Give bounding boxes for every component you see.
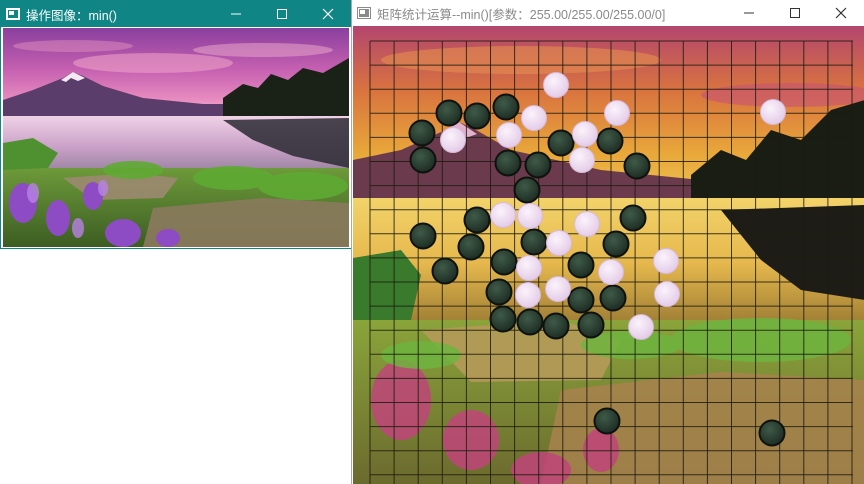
white-stone (543, 72, 569, 98)
black-stone (492, 93, 520, 121)
close-button[interactable] (305, 1, 351, 27)
white-stone (760, 99, 786, 125)
app-icon (6, 8, 20, 20)
white-stone (516, 255, 542, 281)
maximize-button[interactable] (259, 1, 305, 27)
minimize-icon (744, 12, 754, 14)
black-stone (593, 407, 621, 435)
white-stone (545, 276, 571, 302)
black-stone (567, 251, 595, 279)
black-stone (457, 233, 485, 261)
go-board-image (353, 26, 864, 484)
app-icon (357, 7, 371, 19)
white-stone (496, 122, 522, 148)
close-icon (322, 8, 334, 20)
white-stone (546, 230, 572, 256)
minimize-button[interactable] (726, 0, 772, 26)
black-stone (623, 152, 651, 180)
black-stone (596, 127, 624, 155)
white-stone (490, 202, 516, 228)
black-stone (463, 102, 491, 130)
black-stone (542, 312, 570, 340)
white-stone (440, 127, 466, 153)
white-stone (653, 248, 679, 274)
result-window[interactable]: 矩阵统计运算--min()[参数：255.00/255.00/255.00/0] (351, 0, 864, 484)
white-stone (598, 259, 624, 285)
black-stone (524, 151, 552, 179)
window-title: 操作图像：min() (26, 8, 117, 23)
white-stone (604, 100, 630, 126)
close-button[interactable] (818, 0, 864, 26)
black-stone (485, 278, 513, 306)
black-stone (758, 419, 786, 447)
minimize-button[interactable] (213, 1, 259, 27)
desktop: 操作图像：min() 矩阵统计运算--min()[参数：255.00/255.0… (0, 0, 864, 484)
landscape-image (3, 28, 349, 247)
window-title: 矩阵统计运算--min()[参数：255.00/255.00/255.00/0] (377, 7, 666, 22)
black-stone (409, 222, 437, 250)
source-image-window[interactable]: 操作图像：min() (0, 0, 352, 249)
black-stone (489, 305, 517, 333)
maximize-icon (277, 9, 287, 19)
black-stone (490, 248, 518, 276)
black-stone (567, 286, 595, 314)
black-stone (547, 129, 575, 157)
window-titlebar[interactable]: 操作图像：min() (1, 1, 351, 27)
black-stone (520, 228, 548, 256)
source-image (3, 28, 349, 247)
black-stone (408, 119, 436, 147)
black-stone (431, 257, 459, 285)
black-stone (463, 206, 491, 234)
white-stone (572, 121, 598, 147)
white-stone (628, 314, 654, 340)
white-stone (654, 281, 680, 307)
white-stone (521, 105, 547, 131)
black-stone (516, 308, 544, 336)
black-stone (619, 204, 647, 232)
white-stone (569, 147, 595, 173)
black-stone (599, 284, 627, 312)
white-stone (574, 211, 600, 237)
black-stone (602, 230, 630, 258)
black-stone (409, 146, 437, 174)
close-icon (835, 7, 847, 19)
window-titlebar[interactable]: 矩阵统计运算--min()[参数：255.00/255.00/255.00/0] (352, 0, 864, 26)
white-stone (517, 203, 543, 229)
maximize-button[interactable] (772, 0, 818, 26)
minimize-icon (231, 13, 241, 15)
black-stone (494, 149, 522, 177)
black-stone (435, 99, 463, 127)
black-stone (577, 311, 605, 339)
result-image (353, 26, 864, 484)
maximize-icon (790, 8, 800, 18)
white-stone (515, 282, 541, 308)
black-stone (513, 176, 541, 204)
